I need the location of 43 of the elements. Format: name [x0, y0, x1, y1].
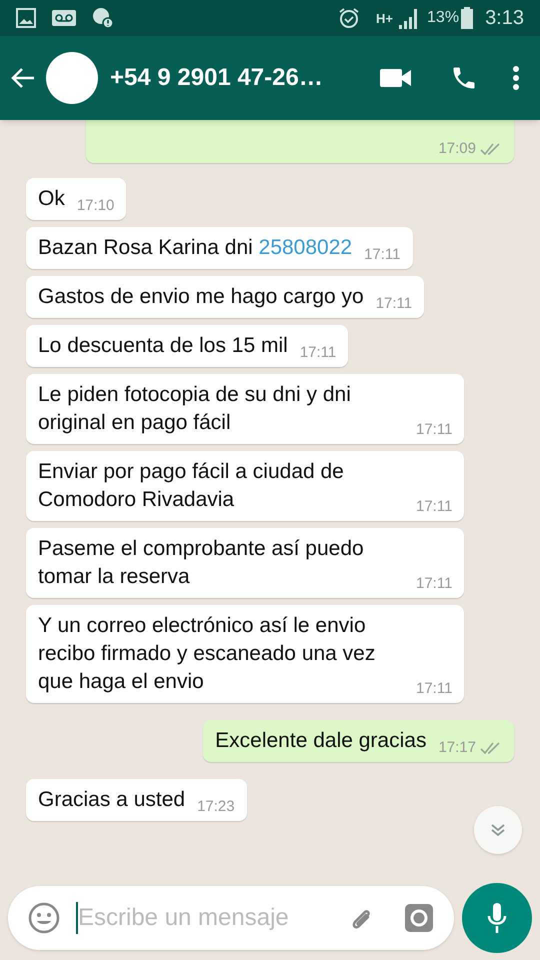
avatar[interactable]: [46, 52, 98, 104]
message-text: Ok: [38, 186, 65, 212]
signal-icon: [397, 7, 420, 29]
alert-icon: [92, 7, 114, 29]
battery-icon: [461, 7, 474, 29]
double-chevron-down-icon: [490, 823, 506, 837]
message-time: 17:11: [416, 680, 452, 698]
microphone-icon: [486, 902, 508, 934]
emoji-icon[interactable]: [28, 902, 60, 934]
message-time: 17:11: [416, 421, 452, 439]
message-time: 17:11: [300, 344, 336, 362]
message-time: 17:10: [76, 197, 114, 215]
message-time: 17:23: [197, 798, 235, 816]
message-text: Gracias a usted: [38, 787, 186, 813]
clock: 3:13: [485, 6, 524, 31]
voicemail-icon: [52, 10, 76, 26]
contact-name[interactable]: +54 9 2901 47-26…: [110, 60, 323, 96]
message-time: 17:17: [438, 739, 476, 757]
message-text: Lo descuenta de los 15 mil: [38, 333, 288, 359]
message-input[interactable]: Escribe un mensaje: [8, 886, 454, 950]
message-field[interactable]: Escribe un mensaje: [78, 900, 346, 936]
message-time: 17:09: [438, 140, 476, 158]
back-arrow-icon: [11, 67, 35, 89]
network-type: H+: [376, 12, 394, 24]
message-text: Y un correo electrónico así le envio recibo firmado y escaneado una vez que haga el envio: [38, 613, 376, 695]
message-time: 17:11: [376, 295, 412, 313]
message-time: 17:11: [416, 498, 452, 516]
video-call-icon[interactable]: [380, 68, 412, 88]
alarm-icon: [338, 7, 360, 29]
double-check-icon: [480, 742, 502, 754]
message-text: Paseme el comprobante así puedo tomar la reserva: [38, 536, 365, 590]
double-check-icon: [480, 143, 502, 155]
message-text: Le piden fotocopia de su dni y dni original en pago fácil: [38, 382, 352, 436]
message-time: 17:11: [364, 246, 401, 264]
image-icon: [16, 8, 36, 28]
message-text: Bazan Rosa Karina dni 25808022: [38, 235, 352, 261]
battery-level: 13%: [427, 8, 460, 28]
message-text: Excelente dale gracias: [215, 728, 426, 754]
message-time: 17:11: [416, 575, 452, 593]
message-text: Enviar por pago fácil a ciudad de Comodoro Rivadavia: [38, 459, 345, 513]
message-text: Gastos de envio me hago cargo yo: [38, 284, 364, 310]
camera-icon[interactable]: [404, 903, 434, 933]
more-options-icon[interactable]: [512, 65, 520, 91]
